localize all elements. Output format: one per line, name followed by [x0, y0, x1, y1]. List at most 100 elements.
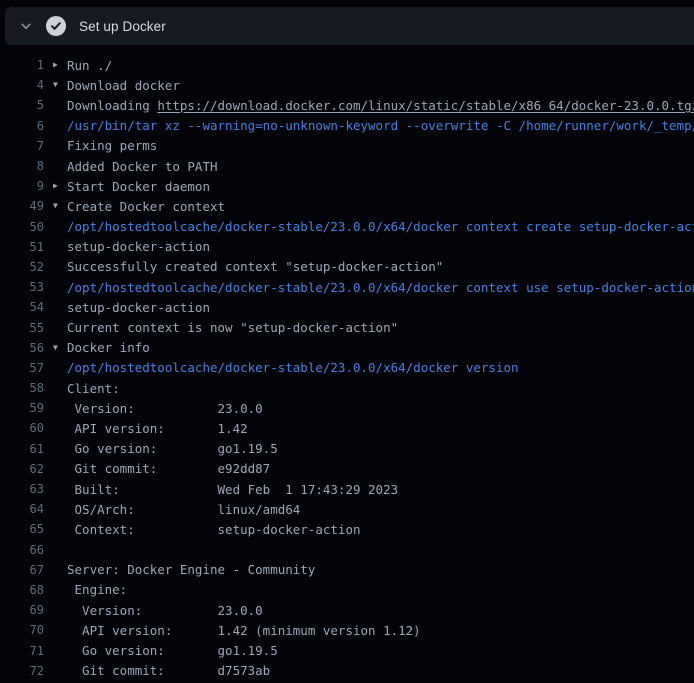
line-number[interactable]: 69 — [0, 603, 44, 617]
line-number[interactable]: 70 — [0, 623, 44, 637]
log-line: 49 ▼Create Docker context — [0, 196, 694, 216]
log-text: Downloading — [67, 98, 157, 113]
log-line: 50/opt/hostedtoolcache/docker-stable/23.… — [0, 217, 694, 237]
log-text: Fixing perms — [67, 138, 157, 153]
line-number[interactable]: 68 — [0, 583, 44, 597]
log-line: 7 Fixing perms — [0, 136, 694, 156]
line-number[interactable]: 51 — [0, 240, 44, 254]
group-label[interactable]: Download docker — [67, 78, 180, 93]
log-line: 1 ▶Run ./ — [0, 55, 694, 75]
line-number[interactable]: 56 — [0, 341, 44, 355]
command-text: /opt/hostedtoolcache/docker-stable/23.0.… — [67, 360, 519, 375]
line-number[interactable]: 71 — [0, 644, 44, 658]
line-number[interactable]: 54 — [0, 300, 44, 314]
log-line: 54 setup-docker-action — [0, 297, 694, 317]
line-number[interactable]: 61 — [0, 442, 44, 456]
log-line: 59 Version: 23.0.0 — [0, 398, 694, 418]
log-line: 56 ▼Docker info — [0, 338, 694, 358]
log-line: 62 Git commit: e92dd87 — [0, 459, 694, 479]
line-number[interactable]: 60 — [0, 421, 44, 435]
log-line: 5 Downloading https://download.docker.com… — [0, 95, 694, 115]
line-number[interactable]: 6 — [0, 119, 44, 133]
log-line: 55 Current context is now "setup-docker-a… — [0, 317, 694, 337]
step-title: Set up Docker — [79, 19, 166, 34]
log-text: OS/Arch: linux/amd64 — [67, 502, 300, 517]
line-number[interactable]: 8 — [0, 159, 44, 173]
group-label[interactable]: Start Docker daemon — [67, 179, 210, 194]
log-text: Git commit: e92dd87 — [67, 461, 270, 476]
line-number[interactable]: 5 — [0, 98, 44, 112]
log-text: setup-docker-action — [67, 239, 210, 254]
expand-group-icon[interactable]: ▶ — [53, 61, 67, 69]
log-text: API version: 1.42 — [67, 421, 248, 436]
log-text: Version: 23.0.0 — [67, 603, 263, 618]
collapse-group-icon[interactable]: ▼ — [53, 202, 67, 210]
command-text: /opt/hostedtoolcache/docker-stable/23.0.… — [67, 280, 694, 295]
log-line: 66 — [0, 540, 694, 560]
line-number[interactable]: 62 — [0, 462, 44, 476]
log-text: Engine: — [67, 582, 127, 597]
actions-log-panel: Set up Docker 1▶Run ./4▼Download docker5… — [0, 0, 694, 683]
command-text: /opt/hostedtoolcache/docker-stable/23.0.… — [67, 219, 694, 234]
log-line: 63 Built: Wed Feb 1 17:43:29 2023 — [0, 479, 694, 499]
line-number[interactable]: 67 — [0, 563, 44, 577]
line-number[interactable]: 7 — [0, 139, 44, 153]
log-line: 57/opt/hostedtoolcache/docker-stable/23.… — [0, 358, 694, 378]
line-number[interactable]: 55 — [0, 321, 44, 335]
log-line: 52 Successfully created context "setup-do… — [0, 257, 694, 277]
log-link[interactable]: https://download.docker.com/linux/static… — [157, 98, 694, 113]
log-text: Git commit: d7573ab — [67, 663, 270, 678]
log-text: Server: Docker Engine - Community — [67, 562, 315, 577]
log-line: 71 Go version: go1.19.5 — [0, 640, 694, 660]
log-text: Context: setup-docker-action — [67, 522, 361, 537]
line-number[interactable]: 53 — [0, 280, 44, 294]
log-line: 64 OS/Arch: linux/amd64 — [0, 499, 694, 519]
log-text: Go version: go1.19.5 — [67, 441, 278, 456]
log-text: Successfully created context "setup-dock… — [67, 259, 443, 274]
line-number[interactable]: 72 — [0, 664, 44, 678]
group-label[interactable]: Docker info — [67, 340, 150, 355]
log-line: 69 Version: 23.0.0 — [0, 600, 694, 620]
log-line: 58 Client: — [0, 378, 694, 398]
log-line: 9 ▶Start Docker daemon — [0, 176, 694, 196]
check-circle-icon — [46, 16, 66, 36]
log-text: Current context is now "setup-docker-act… — [67, 320, 398, 335]
group-label[interactable]: Run ./ — [67, 58, 112, 73]
log-line: 61 Go version: go1.19.5 — [0, 439, 694, 459]
line-number[interactable]: 1 — [0, 58, 44, 72]
log-line: 4 ▼Download docker — [0, 75, 694, 95]
line-number[interactable]: 66 — [0, 543, 44, 557]
line-number[interactable]: 49 — [0, 199, 44, 213]
line-number[interactable]: 4 — [0, 78, 44, 92]
log-line: 51 setup-docker-action — [0, 237, 694, 257]
line-number[interactable]: 50 — [0, 220, 44, 234]
log-line: 68 Engine: — [0, 580, 694, 600]
line-number[interactable]: 9 — [0, 179, 44, 193]
line-number[interactable]: 52 — [0, 260, 44, 274]
log-line: 53/opt/hostedtoolcache/docker-stable/23.… — [0, 277, 694, 297]
collapse-group-icon[interactable]: ▼ — [53, 344, 67, 352]
line-number[interactable]: 65 — [0, 522, 44, 536]
step-header[interactable]: Set up Docker — [5, 7, 694, 45]
expand-group-icon[interactable]: ▶ — [53, 182, 67, 190]
chevron-down-icon[interactable] — [18, 18, 34, 34]
log-text: Downloading https://download.docker.com/… — [67, 98, 694, 113]
line-number[interactable]: 57 — [0, 361, 44, 375]
log-text: Client: — [67, 381, 120, 396]
line-number[interactable]: 64 — [0, 502, 44, 516]
log-text: Version: 23.0.0 — [67, 401, 263, 416]
log-text: Go version: go1.19.5 — [67, 643, 278, 658]
log-line: 70 API version: 1.42 (minimum version 1.… — [0, 620, 694, 640]
log-line: 67 Server: Docker Engine - Community — [0, 560, 694, 580]
group-label[interactable]: Create Docker context — [67, 199, 225, 214]
log-text: setup-docker-action — [67, 300, 210, 315]
command-text: /usr/bin/tar xz --warning=no-unknown-key… — [67, 118, 694, 133]
line-number[interactable]: 58 — [0, 381, 44, 395]
line-number[interactable]: 63 — [0, 482, 44, 496]
log-text: API version: 1.42 (minimum version 1.12) — [67, 623, 421, 638]
line-number[interactable]: 59 — [0, 401, 44, 415]
collapse-group-icon[interactable]: ▼ — [53, 81, 67, 89]
log-text: Built: Wed Feb 1 17:43:29 2023 — [67, 482, 398, 497]
log-viewer: 1▶Run ./4▼Download docker5Downloading ht… — [0, 45, 694, 683]
log-line: 65 Context: setup-docker-action — [0, 519, 694, 539]
